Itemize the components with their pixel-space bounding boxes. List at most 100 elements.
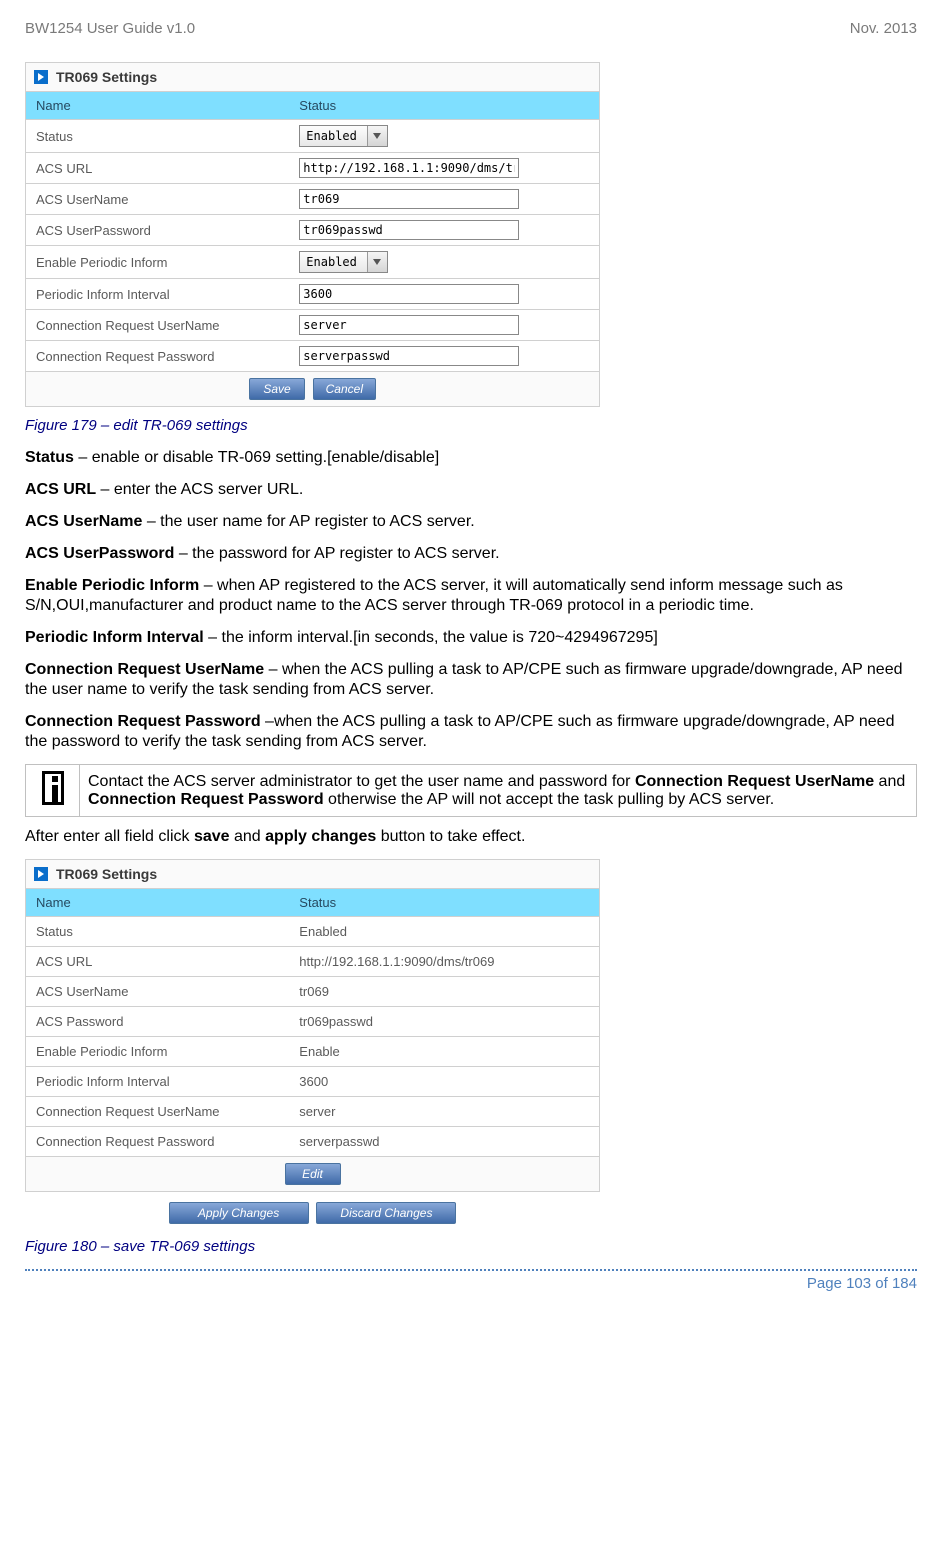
row-enable-periodic-inform: Enable Periodic Inform Enabled	[26, 246, 599, 279]
term: Enable Periodic Inform	[25, 577, 199, 594]
page-number: Page 103 of 184	[25, 1275, 917, 1300]
row-conn-req-password: Connection Request Password serverpasswd	[26, 1127, 599, 1157]
tr069-edit-panel: TR069 Settings Name Status Status Enable…	[25, 62, 600, 407]
desc-epi: Enable Periodic Inform – when AP registe…	[25, 576, 917, 616]
tr069-view-panel: TR069 Settings Name Status Status Enable…	[25, 859, 600, 1192]
panel-title: TR069 Settings	[26, 63, 599, 92]
apply-row: Apply Changes Discard Changes	[25, 1192, 600, 1228]
desc-crp: Connection Request Password –when the AC…	[25, 712, 917, 752]
text: After enter all field click	[25, 828, 194, 845]
term: apply changes	[265, 828, 376, 845]
definition: – enter the ACS server URL.	[96, 481, 303, 498]
panel-title: TR069 Settings	[26, 860, 599, 889]
cancel-button[interactable]: Cancel	[313, 378, 376, 400]
button-row: Save Cancel	[26, 372, 599, 406]
value: Enabled	[295, 919, 599, 944]
expand-icon	[34, 867, 48, 881]
label: Status	[26, 122, 295, 151]
term: ACS URL	[25, 481, 96, 498]
label: Periodic Inform Interval	[26, 280, 295, 309]
row-acs-url: ACS URL http://192.168.1.1:9090/dms/tr06…	[26, 947, 599, 977]
edit-button[interactable]: Edit	[285, 1163, 341, 1185]
value: Enable	[295, 1039, 599, 1064]
value: http://192.168.1.1:9090/dms/tr069	[295, 949, 599, 974]
footer-separator	[25, 1269, 917, 1271]
row-acs-username: ACS UserName	[26, 184, 599, 215]
figure-caption-180: Figure 180 – save TR-069 settings	[25, 1238, 917, 1255]
table-header: Name Status	[26, 92, 599, 120]
desc-status: Status – enable or disable TR-069 settin…	[25, 448, 917, 468]
acs-username-input[interactable]	[299, 189, 519, 209]
label: Connection Request Password	[26, 1127, 295, 1156]
definition: – enable or disable TR-069 setting.[enab…	[74, 449, 439, 466]
page-header: BW1254 User Guide v1.0 Nov. 2013	[25, 20, 917, 37]
row-enable-periodic-inform: Enable Periodic Inform Enable	[26, 1037, 599, 1067]
save-button[interactable]: Save	[249, 378, 305, 400]
panel-title-text: TR069 Settings	[56, 866, 157, 882]
label: ACS UserPassword	[26, 216, 295, 245]
conn-req-username-input[interactable]	[299, 315, 519, 335]
value: server	[295, 1099, 599, 1124]
figure-caption-179: Figure 179 – edit TR-069 settings	[25, 417, 917, 434]
row-acs-url: ACS URL	[26, 153, 599, 184]
select-value: Enabled	[300, 255, 367, 269]
row-periodic-interval: Periodic Inform Interval	[26, 279, 599, 310]
desc-acspass: ACS UserPassword – the password for AP r…	[25, 544, 917, 564]
label: ACS UserName	[26, 977, 295, 1006]
acs-password-input[interactable]	[299, 220, 519, 240]
label: ACS URL	[26, 947, 295, 976]
label: ACS URL	[26, 154, 295, 183]
value: serverpasswd	[295, 1129, 599, 1154]
row-status: Status Enabled	[26, 917, 599, 947]
button-row: Edit	[26, 1157, 599, 1191]
label: Enable Periodic Inform	[26, 1037, 295, 1066]
acs-url-input[interactable]	[299, 158, 519, 178]
row-conn-req-username: Connection Request UserName server	[26, 1097, 599, 1127]
periodic-interval-input[interactable]	[299, 284, 519, 304]
label: Status	[26, 917, 295, 946]
doc-title: BW1254 User Guide v1.0	[25, 20, 195, 37]
desc-pii: Periodic Inform Interval – the inform in…	[25, 628, 917, 648]
discard-changes-button[interactable]: Discard Changes	[316, 1202, 456, 1224]
label: ACS Password	[26, 1007, 295, 1036]
conn-req-password-input[interactable]	[299, 346, 519, 366]
row-acs-password: ACS UserPassword	[26, 215, 599, 246]
label: Connection Request UserName	[26, 311, 295, 340]
text: and	[874, 773, 905, 790]
row-acs-username: ACS UserName tr069	[26, 977, 599, 1007]
value: tr069passwd	[295, 1009, 599, 1034]
label: Periodic Inform Interval	[26, 1067, 295, 1096]
label: ACS UserName	[26, 185, 295, 214]
expand-icon	[34, 70, 48, 84]
info-text: Contact the ACS server administrator to …	[80, 765, 917, 817]
info-icon	[42, 771, 64, 805]
status-select[interactable]: Enabled	[299, 125, 388, 147]
apply-changes-button[interactable]: Apply Changes	[169, 1202, 309, 1224]
term: Connection Request Password	[88, 791, 324, 808]
row-periodic-interval: Periodic Inform Interval 3600	[26, 1067, 599, 1097]
doc-date: Nov. 2013	[850, 20, 917, 37]
panel-title-text: TR069 Settings	[56, 69, 157, 85]
table-header: Name Status	[26, 889, 599, 917]
desc-acsuser: ACS UserName – the user name for AP regi…	[25, 512, 917, 532]
label: Enable Periodic Inform	[26, 248, 295, 277]
text: button to take effect.	[376, 828, 525, 845]
term: Connection Request UserName	[25, 661, 264, 678]
label: Connection Request Password	[26, 342, 295, 371]
periodic-inform-select[interactable]: Enabled	[299, 251, 388, 273]
label: Connection Request UserName	[26, 1097, 295, 1126]
value: tr069	[295, 979, 599, 1004]
text: Contact the ACS server administrator to …	[88, 773, 635, 790]
term: Status	[25, 449, 74, 466]
desc-cru: Connection Request UserName – when the A…	[25, 660, 917, 700]
row-conn-req-username: Connection Request UserName	[26, 310, 599, 341]
definition: – the user name for AP register to ACS s…	[142, 513, 474, 530]
status-select-value: Enabled	[300, 129, 367, 143]
row-acs-password: ACS Password tr069passwd	[26, 1007, 599, 1037]
col-name: Name	[26, 92, 295, 119]
info-icon-cell	[26, 765, 80, 817]
term: ACS UserName	[25, 513, 142, 530]
term: Periodic Inform Interval	[25, 629, 204, 646]
desc-acsurl: ACS URL – enter the ACS server URL.	[25, 480, 917, 500]
chevron-down-icon	[367, 126, 387, 146]
